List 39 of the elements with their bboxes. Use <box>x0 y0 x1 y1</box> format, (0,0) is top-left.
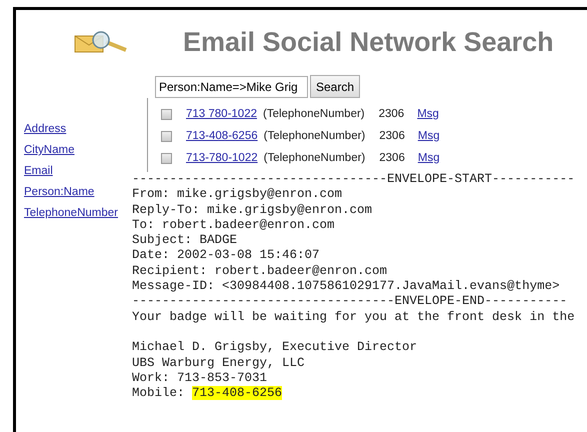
envelope-search-icon <box>74 31 128 53</box>
message-line: Michael D. Grigsby, Executive Director <box>132 340 418 354</box>
sidebar-link[interactable]: CityName <box>24 140 74 161</box>
message-line: UBS Warburg Energy, LLC <box>132 356 305 370</box>
message-line: -----------------------------------ENVELOPE-END----------- <box>132 294 568 308</box>
match-count: 2306 <box>378 108 404 120</box>
message-link[interactable]: Msg <box>417 108 439 120</box>
highlighted-phone: 713-408-6256 <box>192 386 282 400</box>
message-line: Date: 2002-03-08 15:46:07 <box>132 248 320 262</box>
search-field[interactable]: Person:Name=>Mike Grig <box>155 76 308 98</box>
page-title: Email Social Network Search <box>183 26 554 58</box>
message-line: Recipient: robert.badeer@enron.com <box>132 264 388 278</box>
match-count: 2306 <box>379 152 405 164</box>
message-line: Reply-To: mike.grigsby@enron.com <box>132 202 372 217</box>
message-line: To: robert.badeer@enron.com <box>132 218 335 232</box>
sidebar-link[interactable]: Email <box>24 161 53 182</box>
value-link[interactable]: 713-780-1022 <box>186 152 258 164</box>
sidebar-link[interactable]: Person:Name <box>24 182 94 203</box>
entity-type: (TelephoneNumber) <box>264 130 366 142</box>
row-checkbox[interactable] <box>161 130 172 142</box>
entity-type: (TelephoneNumber) <box>262 108 365 120</box>
message-line: ----------------------------------ENVELOPE-START----------- <box>132 172 575 186</box>
sidebar-link[interactable]: TelephoneNumber <box>24 203 118 224</box>
message-line: Your badge will be waiting for you at the front desk in the <box>132 310 575 324</box>
match-count: 2306 <box>379 130 405 142</box>
message-line: From: mike.grigsby@enron.com <box>132 187 342 202</box>
value-link[interactable]: 713-408-6256 <box>186 130 258 142</box>
row-checkbox[interactable] <box>161 152 172 164</box>
message-link[interactable]: Msg <box>418 130 440 142</box>
message-line: Mobile: <box>132 386 186 400</box>
message-line: Subject: BADGE <box>132 233 238 248</box>
entity-type: (TelephoneNumber) <box>264 152 366 164</box>
message-line: Message-ID: <30984408.1075861029177.JavaMail.evans@thyme> <box>132 279 560 294</box>
message-link[interactable]: Msg <box>418 152 440 164</box>
row-checkbox[interactable] <box>161 108 172 120</box>
search-button[interactable]: Search <box>310 75 360 98</box>
message-line: Work: 713-853-7031 <box>132 370 268 385</box>
value-link[interactable]: 713 780-1022 <box>186 108 257 120</box>
sidebar-link[interactable]: Address <box>24 119 66 140</box>
